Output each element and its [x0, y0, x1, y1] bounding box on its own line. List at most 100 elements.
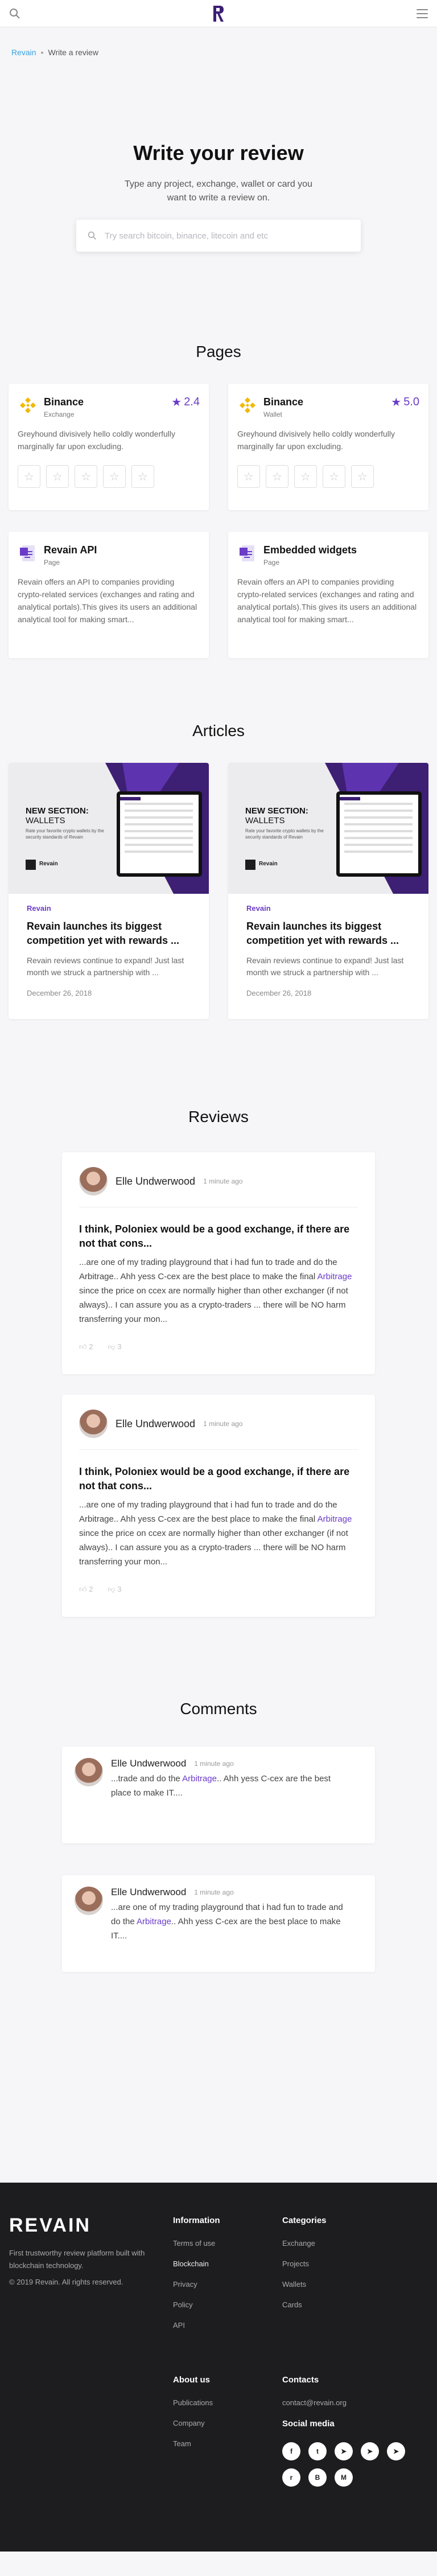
revain-logo[interactable]: [212, 3, 225, 24]
page-name: Binance: [44, 396, 84, 408]
footer-link[interactable]: Terms of use: [173, 2239, 220, 2248]
rate-star-2[interactable]: ☆: [266, 465, 288, 488]
rating: ★ 5.0: [391, 396, 419, 409]
comment-time: 1 minute ago: [194, 1888, 234, 1896]
search-box[interactable]: [76, 220, 361, 252]
page-card[interactable]: Revain API Page Revain offers an API to …: [9, 532, 209, 658]
medium-icon[interactable]: M: [335, 2468, 353, 2487]
article-label[interactable]: Revain: [246, 904, 410, 913]
footer-link[interactable]: Cards: [282, 2300, 327, 2309]
page-card[interactable]: Binance Exchange ★ 2.4 Greyhound divisive…: [9, 384, 209, 510]
footer-heading: Information: [173, 2216, 220, 2225]
footer-link[interactable]: Wallets: [282, 2280, 327, 2289]
review-card[interactable]: Elle Undwerwood 1 minute ago I think, Po…: [62, 1395, 375, 1617]
page-title: Write your review: [133, 141, 304, 165]
breadcrumb: Revain • Write a review: [0, 27, 437, 84]
article-excerpt: Revain reviews continue to expand! Just …: [27, 956, 184, 977]
avatar[interactable]: [75, 1887, 103, 1915]
twitter-icon[interactable]: t: [308, 2442, 327, 2460]
like-button[interactable]: 👍︎ 2: [79, 1585, 93, 1594]
search-icon[interactable]: [9, 8, 20, 19]
rate-star-5[interactable]: ☆: [351, 465, 374, 488]
article-card[interactable]: NEW SECTION: WALLETS Rate your favorite …: [9, 763, 209, 1019]
comment-author[interactable]: Elle Undwerwood: [111, 1758, 186, 1769]
breadcrumb-home[interactable]: Revain: [11, 48, 36, 57]
hero: Write your review Type any project, exch…: [0, 84, 437, 252]
article-card[interactable]: NEW SECTION: WALLETS Rate your favorite …: [228, 763, 428, 1019]
page-name: Binance: [263, 396, 304, 408]
article-image-brand: Revain: [39, 861, 58, 867]
review-author[interactable]: Elle Undwerwood: [116, 1418, 195, 1430]
footer-link[interactable]: Privacy: [173, 2280, 220, 2289]
comment-card[interactable]: Elle Undwerwood 1 minute ago ...are one …: [62, 1875, 375, 1972]
dislike-button[interactable]: 👎︎ 3: [108, 1585, 121, 1594]
rate-star-1[interactable]: ☆: [18, 465, 40, 488]
search-input[interactable]: [105, 231, 332, 241]
rate-star-4[interactable]: ☆: [103, 465, 126, 488]
comment-highlight[interactable]: Arbitrage: [137, 1917, 171, 1926]
document-icon: [240, 545, 254, 561]
star-icon: ★: [391, 396, 402, 409]
dislike-button[interactable]: 👎︎ 3: [108, 1342, 121, 1351]
reviews-title: Reviews: [188, 1108, 249, 1125]
footer-link[interactable]: API: [173, 2321, 220, 2330]
article-image-brand: Revain: [259, 861, 278, 867]
bitcointalk-icon[interactable]: B: [308, 2468, 327, 2487]
review-card[interactable]: Elle Undwerwood 1 minute ago I think, Po…: [62, 1152, 375, 1374]
rate-stars: ☆ ☆ ☆ ☆ ☆: [18, 465, 200, 488]
footer-link[interactable]: Team: [173, 2439, 213, 2448]
rate-star-3[interactable]: ☆: [294, 465, 317, 488]
footer-link[interactable]: Blockchain: [173, 2259, 220, 2268]
rate-star-4[interactable]: ☆: [323, 465, 345, 488]
telegram-icon[interactable]: ➤: [361, 2442, 379, 2460]
footer-link[interactable]: Publications: [173, 2398, 213, 2407]
article-title[interactable]: Revain launches its biggest competition …: [27, 919, 191, 948]
social-row: r B M: [282, 2468, 405, 2487]
footer-link[interactable]: Company: [173, 2419, 213, 2427]
page-card[interactable]: Embedded widgets Page Revain offers an A…: [228, 532, 428, 658]
telegram-icon[interactable]: ➤: [387, 2442, 405, 2460]
facebook-icon[interactable]: f: [282, 2442, 300, 2460]
review-author[interactable]: Elle Undwerwood: [116, 1176, 195, 1188]
article-label[interactable]: Revain: [27, 904, 191, 913]
menu-icon[interactable]: [417, 9, 428, 18]
page-type: Exchange: [44, 410, 75, 418]
telegram-icon[interactable]: ➤: [335, 2442, 353, 2460]
avatar[interactable]: [79, 1167, 108, 1195]
breadcrumb-separator: •: [40, 48, 44, 57]
review-highlight[interactable]: Arbitrage: [318, 1514, 352, 1524]
footer-heading: About us: [173, 2375, 210, 2385]
rating: ★ 2.4: [171, 396, 200, 409]
article-date: December 26, 2018: [27, 989, 92, 997]
rate-star-1[interactable]: ☆: [237, 465, 260, 488]
footer-contacts: Contacts contact@revain.org Social media…: [282, 2375, 405, 2487]
binance-logo-icon: [240, 397, 255, 413]
reddit-icon[interactable]: r: [282, 2468, 300, 2487]
comment-highlight[interactable]: Arbitrage: [182, 1774, 217, 1784]
rate-stars: ☆ ☆ ☆ ☆ ☆: [237, 465, 419, 488]
rate-star-2[interactable]: ☆: [46, 465, 69, 488]
review-votes: 👍︎ 2 👎︎ 3: [79, 1342, 358, 1351]
like-button[interactable]: 👍︎ 2: [79, 1342, 93, 1351]
avatar[interactable]: [79, 1410, 108, 1438]
avatar[interactable]: [75, 1758, 103, 1786]
footer-link[interactable]: Projects: [282, 2259, 327, 2268]
rate-star-5[interactable]: ☆: [131, 465, 154, 488]
comment-card[interactable]: Elle Undwerwood 1 minute ago ...trade an…: [62, 1747, 375, 1843]
contact-email[interactable]: contact@revain.org: [282, 2398, 405, 2407]
article-title[interactable]: Revain launches its biggest competition …: [246, 919, 410, 948]
thumbs-down-icon: 👎︎: [108, 1585, 116, 1593]
comment-text: ...are one of my trading playground that…: [111, 1903, 343, 1941]
footer-about: About us Publications Company Team: [173, 2375, 213, 2460]
review-highlight[interactable]: Arbitrage: [318, 1272, 352, 1281]
footer-heading: Categories: [282, 2216, 327, 2225]
review-title[interactable]: I think, Poloniex would be a good exchan…: [79, 1222, 358, 1251]
thumbs-up-icon: 👍︎: [79, 1342, 87, 1351]
page-card[interactable]: Binance Wallet ★ 5.0 Greyhound divisively…: [228, 384, 428, 510]
footer-link[interactable]: Exchange: [282, 2239, 327, 2248]
rate-star-3[interactable]: ☆: [75, 465, 97, 488]
review-title[interactable]: I think, Poloniex would be a good exchan…: [79, 1465, 358, 1493]
footer-link[interactable]: Policy: [173, 2300, 220, 2309]
comment-author[interactable]: Elle Undwerwood: [111, 1887, 186, 1898]
page-subtitle: Type any project, exchange, wallet or ca…: [125, 179, 312, 203]
